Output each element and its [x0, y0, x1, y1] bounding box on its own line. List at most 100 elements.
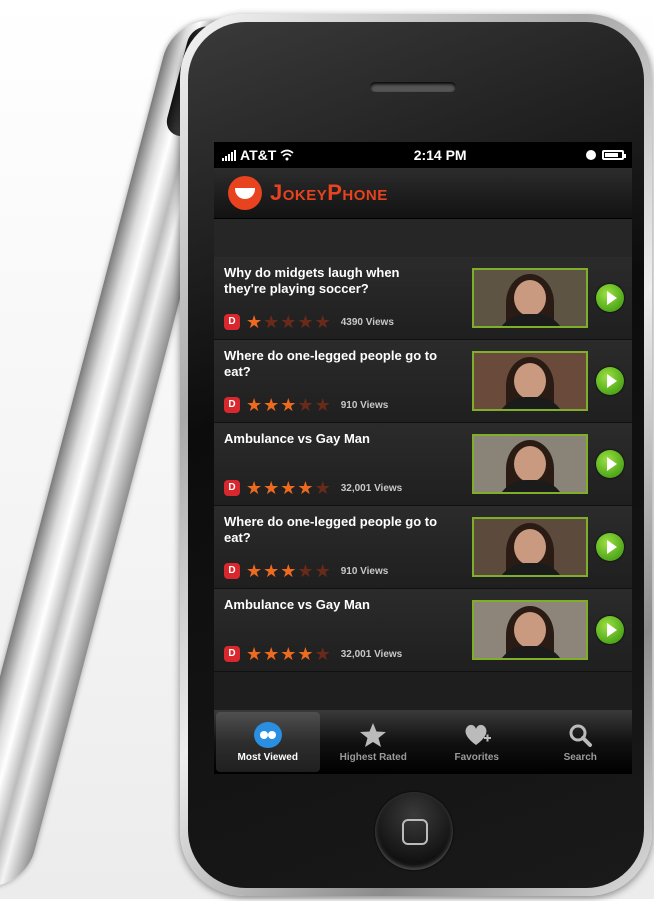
star-rating: ★ ★ ★ ★ ★ — [246, 313, 331, 331]
home-button[interactable] — [375, 792, 453, 870]
play-icon[interactable] — [596, 533, 624, 561]
video-title: Ambulance vs Gay Man — [224, 597, 370, 612]
star-icon: ★ — [246, 561, 263, 581]
star-icon: ★ — [280, 561, 297, 581]
video-thumbnail[interactable] — [472, 600, 588, 660]
view-count: 910 Views — [340, 399, 389, 411]
list-header-spacer — [214, 219, 632, 257]
rating-badge: D — [224, 314, 240, 330]
rating-badge: D — [224, 646, 240, 662]
thumbnail-face — [514, 529, 546, 565]
star-icon: ★ — [314, 644, 331, 664]
star-icon — [360, 722, 387, 747]
view-count: 32,001 Views — [340, 648, 403, 660]
app-logo-icon — [228, 176, 262, 210]
video-info: Where do one-legged people go to eat? D … — [214, 340, 472, 422]
star-icon: ★ — [280, 312, 297, 332]
tab-label: Search — [563, 751, 597, 763]
video-thumbnail[interactable] — [472, 351, 588, 411]
thumbnail-face — [514, 280, 546, 316]
signal-icon — [222, 149, 236, 161]
tab-favorites[interactable]: Favorites — [425, 710, 529, 774]
star-icon: ★ — [314, 561, 331, 581]
star-icon: ★ — [297, 644, 314, 664]
star-icon: ★ — [280, 644, 297, 664]
star-icon: ★ — [263, 561, 280, 581]
video-thumbnail[interactable] — [472, 517, 588, 577]
tab-label: Highest Rated — [339, 751, 407, 763]
star-icon: ★ — [246, 644, 263, 664]
tab-bar: Most Viewed Highest Rated Favorites Search — [214, 710, 632, 774]
rating-badge: D — [224, 563, 240, 579]
star-icon: ★ — [263, 644, 280, 664]
star-icon: ★ — [263, 395, 280, 415]
play-icon[interactable] — [596, 450, 624, 478]
star-icon: ★ — [314, 312, 331, 332]
thumbnail-face — [514, 363, 546, 399]
star-icon: ★ — [246, 478, 263, 498]
star-icon: ★ — [263, 312, 280, 332]
battery-icon — [602, 150, 626, 160]
video-meta: D ★ ★ ★ ★ ★ 910 Views — [224, 562, 388, 580]
tab-highest-rated[interactable]: Highest Rated — [322, 710, 426, 774]
heart-plus-icon — [465, 724, 491, 745]
star-icon: ★ — [314, 395, 331, 415]
play-icon[interactable] — [596, 367, 624, 395]
rating-badge: D — [224, 397, 240, 413]
wifi-icon — [280, 149, 294, 161]
view-count: 32,001 Views — [340, 482, 403, 494]
video-info: Ambulance vs Gay Man D ★ ★ ★ ★ ★ 32,001 View… — [214, 589, 472, 671]
video-thumbnail[interactable] — [472, 434, 588, 494]
video-list: Why do midgets laugh when they're playin… — [214, 257, 632, 672]
search-icon — [569, 724, 593, 747]
star-icon: ★ — [280, 478, 297, 498]
star-icon: ★ — [297, 395, 314, 415]
star-icon: ★ — [280, 395, 297, 415]
star-icon: ★ — [297, 561, 314, 581]
video-meta: D ★ ★ ★ ★ ★ 32,001 Views — [224, 479, 402, 497]
home-square-icon — [402, 819, 428, 845]
play-icon[interactable] — [596, 616, 624, 644]
view-count: 910 Views — [340, 565, 389, 577]
tab-search[interactable]: Search — [529, 710, 633, 774]
video-meta: D ★ ★ ★ ★ ★ 910 Views — [224, 396, 388, 414]
video-info: Where do one-legged people go to eat? D … — [214, 506, 472, 588]
tab-label: Most Viewed — [237, 751, 298, 763]
play-icon[interactable] — [596, 284, 624, 312]
clock: 2:14 PM — [413, 147, 467, 163]
video-meta: D ★ ★ ★ ★ ★ 32,001 Views — [224, 645, 402, 663]
star-icon: ★ — [263, 478, 280, 498]
rating-badge: D — [224, 480, 240, 496]
star-icon: ★ — [246, 395, 263, 415]
view-count: 4390 Views — [340, 316, 394, 328]
lock-icon — [586, 150, 596, 160]
video-row[interactable]: Where do one-legged people go to eat? D … — [214, 340, 632, 423]
star-icon: ★ — [297, 312, 314, 332]
video-title: Where do one-legged people go to eat? — [224, 514, 438, 545]
star-icon: ★ — [314, 478, 331, 498]
status-bar: AT&T 2:14 PM — [214, 142, 632, 168]
video-meta: D ★ ★ ★ ★ ★ 4390 Views — [224, 313, 394, 331]
video-row[interactable]: Ambulance vs Gay Man D ★ ★ ★ ★ ★ 32,001 View… — [214, 589, 632, 672]
star-icon: ★ — [246, 312, 263, 332]
eyes-icon — [253, 721, 282, 748]
status-left: AT&T — [222, 147, 294, 163]
carrier-label: AT&T — [240, 147, 277, 163]
video-info: Why do midgets laugh when they're playin… — [214, 257, 472, 339]
video-row[interactable]: Ambulance vs Gay Man D ★ ★ ★ ★ ★ 32,001 View… — [214, 423, 632, 506]
star-rating: ★ ★ ★ ★ ★ — [246, 479, 331, 497]
status-right — [586, 150, 626, 160]
video-thumbnail[interactable] — [472, 268, 588, 328]
tab-label: Favorites — [454, 751, 499, 763]
star-rating: ★ ★ ★ ★ ★ — [246, 562, 331, 580]
thumbnail-face — [514, 446, 546, 482]
video-row[interactable]: Where do one-legged people go to eat? D … — [214, 506, 632, 589]
video-row[interactable]: Why do midgets laugh when they're playin… — [214, 257, 632, 340]
app-title: JokeyPhone — [270, 180, 388, 205]
star-rating: ★ ★ ★ ★ ★ — [246, 396, 331, 414]
video-info: Ambulance vs Gay Man D ★ ★ ★ ★ ★ 32,001 View… — [214, 423, 472, 505]
app-title-bar: JokeyPhone — [214, 168, 632, 219]
star-rating: ★ ★ ★ ★ ★ — [246, 645, 331, 663]
phone-screen: AT&T 2:14 PM JokeyPhone Why do midgets l… — [214, 142, 632, 774]
tab-most-viewed[interactable]: Most Viewed — [216, 712, 320, 772]
